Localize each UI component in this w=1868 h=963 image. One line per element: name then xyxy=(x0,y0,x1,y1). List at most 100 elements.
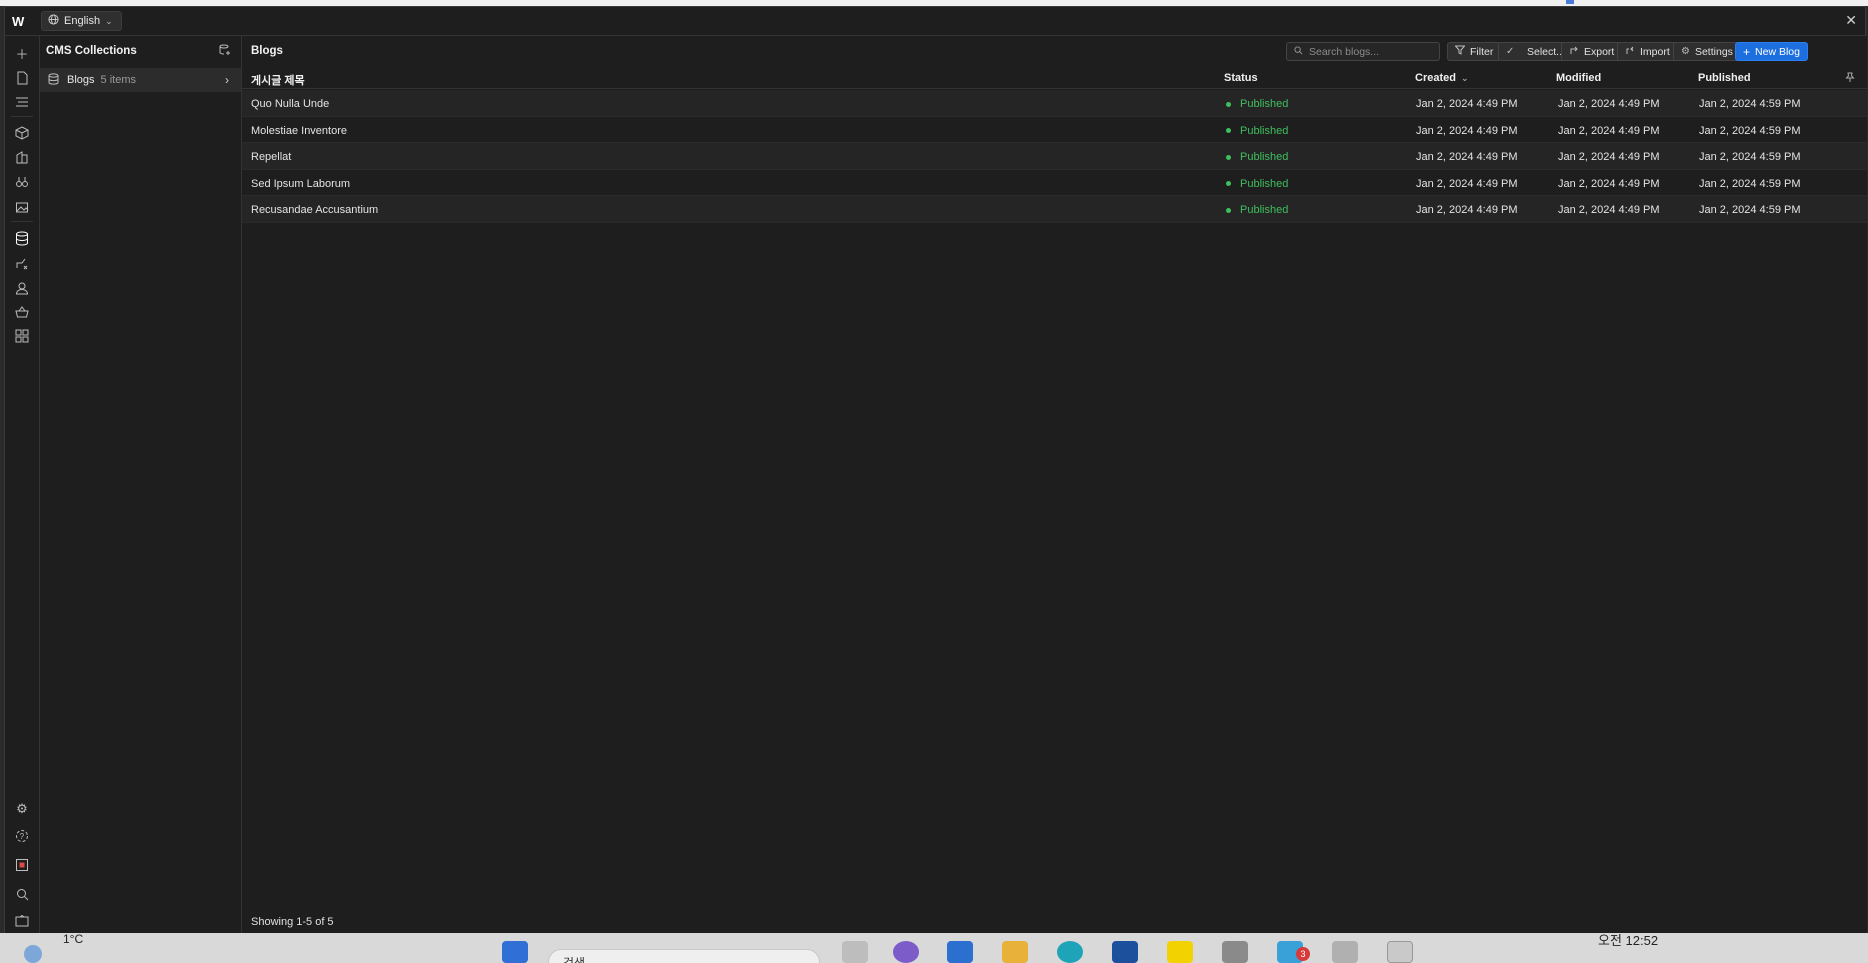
settings-button[interactable]: ⚙ Settings xyxy=(1673,42,1741,61)
status-label: Published xyxy=(1240,124,1289,137)
store-icon[interactable] xyxy=(947,941,973,963)
status-badge: Published xyxy=(1226,98,1288,110)
taskbar-search-label: 검색 xyxy=(563,956,586,963)
pages-icon[interactable] xyxy=(13,69,31,87)
column-created-label: Created xyxy=(1415,72,1456,84)
assets-icon[interactable] xyxy=(13,198,31,216)
table-row[interactable]: Repellat Published Jan 2, 2024 4:49 PM J… xyxy=(242,143,1867,170)
close-icon[interactable]: ✕ xyxy=(1845,12,1857,29)
folder-icon[interactable] xyxy=(1002,941,1028,963)
users-icon[interactable] xyxy=(13,279,31,297)
row-created: Jan 2, 2024 4:49 PM xyxy=(1416,124,1518,137)
status-badge: Published xyxy=(1226,178,1288,190)
table-row[interactable]: Quo Nulla Unde Published Jan 2, 2024 4:4… xyxy=(242,90,1867,117)
status-dot-icon xyxy=(1226,181,1231,186)
plus-icon: + xyxy=(1743,44,1751,59)
app-icon[interactable] xyxy=(893,941,919,963)
status-dot-icon xyxy=(1226,207,1231,213)
gear-icon[interactable]: ⚙ xyxy=(13,800,31,818)
pin-icon[interactable] xyxy=(1845,72,1855,86)
export-label: Export xyxy=(1584,45,1615,58)
weather-temp[interactable]: 1°C xyxy=(63,933,83,946)
row-title[interactable]: Sed Ipsum Laborum xyxy=(251,178,350,190)
import-label: Import xyxy=(1640,45,1670,58)
task-view-icon[interactable] xyxy=(842,941,868,963)
table-row[interactable]: Molestiae Inventore Published Jan 2, 202… xyxy=(242,116,1867,143)
row-title[interactable]: Quo Nulla Unde xyxy=(251,98,329,110)
svg-text:?: ? xyxy=(20,832,25,841)
export-icon xyxy=(1569,45,1579,58)
status-badge: Published xyxy=(1226,204,1288,216)
cms-window: W English ⌄ ✕ ＋ ⚙ ? CMS Collections Blog… xyxy=(4,6,1867,934)
row-modified: Jan 2, 2024 4:49 PM xyxy=(1558,124,1660,137)
video-icon[interactable] xyxy=(13,912,31,930)
new-blog-label: New Blog xyxy=(1755,45,1800,58)
status-label: Published xyxy=(1240,98,1289,110)
ecommerce-basket-icon[interactable] xyxy=(13,303,31,321)
os-taskbar: 1°C 검색 3 오전 12:52 xyxy=(0,933,1868,963)
filter-button[interactable]: Filter xyxy=(1447,42,1502,61)
export-button[interactable]: Export xyxy=(1561,42,1623,61)
collection-item-blogs[interactable]: Blogs 5 items › xyxy=(40,68,241,92)
row-title[interactable]: Recusandae Accusantium xyxy=(251,204,378,216)
record-icon[interactable] xyxy=(13,856,31,874)
collections-header: CMS Collections xyxy=(40,36,241,66)
add-icon[interactable]: ＋ xyxy=(13,44,31,62)
table-row[interactable]: Sed Ipsum Laborum Published Jan 2, 2024 … xyxy=(242,169,1867,196)
search-icon[interactable] xyxy=(13,885,31,903)
components-icon[interactable] xyxy=(13,124,31,142)
collection-header: Blogs Filter ✓ Select... xyxy=(242,36,1867,65)
table-row[interactable]: Recusandae Accusantium Published Jan 2, … xyxy=(242,196,1867,223)
collection-main: Blogs Filter ✓ Select... xyxy=(242,36,1867,934)
gear-icon: ⚙ xyxy=(1681,46,1690,57)
edge-browser-icon[interactable] xyxy=(1057,941,1083,963)
pagination-summary: Showing 1-5 of 5 xyxy=(251,916,334,928)
app-icon[interactable] xyxy=(1332,941,1358,963)
add-collection-icon[interactable] xyxy=(219,44,231,59)
import-button[interactable]: Import xyxy=(1617,42,1678,61)
weather-icon[interactable] xyxy=(24,945,42,963)
cms-database-icon[interactable] xyxy=(13,229,31,247)
apps-icon[interactable] xyxy=(13,327,31,345)
row-title[interactable]: Molestiae Inventore xyxy=(251,125,347,137)
status-dot-icon xyxy=(1226,154,1231,160)
status-badge: Published xyxy=(1226,125,1288,137)
kakaotalk-icon[interactable] xyxy=(1167,941,1193,963)
row-modified: Jan 2, 2024 4:49 PM xyxy=(1558,151,1660,163)
database-icon xyxy=(48,72,59,88)
active-app-icon[interactable] xyxy=(1387,941,1413,963)
taskbar-search[interactable]: 검색 xyxy=(548,949,820,963)
navigator-icon[interactable] xyxy=(13,93,31,111)
variables-icon[interactable] xyxy=(13,173,31,191)
app-icon[interactable] xyxy=(1112,941,1138,963)
help-icon[interactable]: ? xyxy=(13,827,31,845)
windows-start-icon[interactable] xyxy=(502,941,528,963)
row-created: Jan 2, 2024 4:49 PM xyxy=(1416,177,1518,190)
logic-icon[interactable] xyxy=(13,254,31,272)
app-icon[interactable] xyxy=(1222,941,1248,963)
page-title: Blogs xyxy=(251,45,283,57)
language-label: English xyxy=(64,15,101,27)
row-title[interactable]: Repellat xyxy=(251,151,291,163)
column-created[interactable]: Created ⌄ xyxy=(1415,72,1469,84)
search-icon xyxy=(1294,45,1303,58)
filter-icon xyxy=(1454,45,1466,58)
column-status[interactable]: Status xyxy=(1224,72,1258,84)
collection-count: 5 items xyxy=(100,74,136,86)
search-box[interactable] xyxy=(1286,42,1440,61)
row-published: Jan 2, 2024 4:59 PM xyxy=(1699,151,1801,163)
column-published[interactable]: Published xyxy=(1698,72,1751,84)
row-created: Jan 2, 2024 4:49 PM xyxy=(1416,204,1518,216)
webflow-logo-icon[interactable]: W xyxy=(12,15,32,28)
column-title[interactable]: 게시글 제목 xyxy=(251,72,305,88)
clock[interactable]: 오전 12:52 xyxy=(1598,933,1658,949)
language-selector[interactable]: English ⌄ xyxy=(41,11,122,31)
import-icon xyxy=(1625,45,1635,58)
styles-icon[interactable] xyxy=(13,149,31,167)
table-header: 게시글 제목 Status Created ⌄ Modified Publishe… xyxy=(242,66,1867,89)
search-input[interactable] xyxy=(1309,45,1429,58)
row-published: Jan 2, 2024 4:59 PM xyxy=(1699,204,1801,216)
column-modified[interactable]: Modified xyxy=(1556,72,1601,84)
status-badge: Published xyxy=(1226,151,1288,163)
new-blog-button[interactable]: + New Blog xyxy=(1735,42,1808,61)
